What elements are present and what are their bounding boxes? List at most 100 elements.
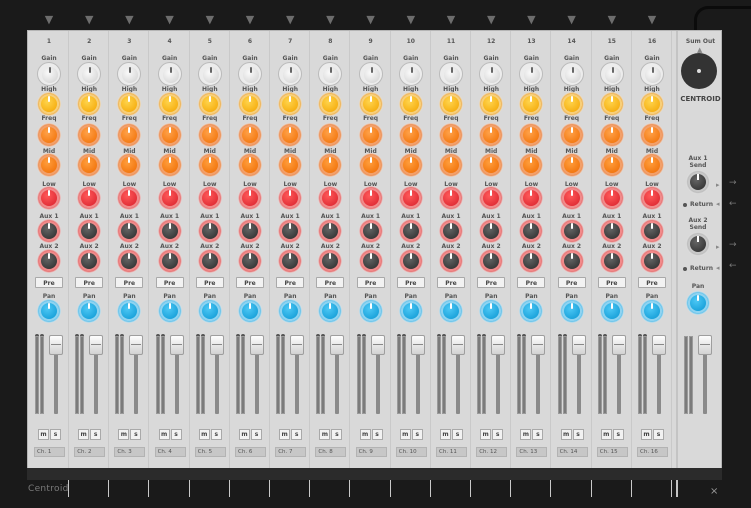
aux1-knob[interactable] xyxy=(479,219,504,243)
master-pan-knob[interactable] xyxy=(686,291,710,315)
pan-knob[interactable] xyxy=(640,299,664,323)
channel-name-field[interactable]: Ch. 14 xyxy=(556,447,588,457)
high-knob[interactable] xyxy=(640,92,664,116)
channel-fader[interactable] xyxy=(250,334,264,355)
freq-knob[interactable] xyxy=(157,123,182,147)
pre-button[interactable]: Pre xyxy=(477,277,506,288)
channel-fader[interactable] xyxy=(491,334,506,355)
mute-button[interactable]: m xyxy=(440,429,451,440)
channel-name-field[interactable]: Ch. 12 xyxy=(476,447,508,457)
pre-button[interactable]: Pre xyxy=(75,277,104,288)
mid-knob[interactable] xyxy=(559,153,584,177)
aux1-knob[interactable] xyxy=(197,219,222,243)
solo-button[interactable]: s xyxy=(572,429,584,440)
high-knob[interactable] xyxy=(117,92,142,116)
high-knob[interactable] xyxy=(398,92,423,116)
aux2-knob[interactable] xyxy=(278,249,303,273)
freq-knob[interactable] xyxy=(599,123,624,147)
low-knob[interactable] xyxy=(117,186,142,210)
solo-button[interactable]: s xyxy=(653,429,664,440)
master-fader[interactable] xyxy=(698,334,712,355)
low-knob[interactable] xyxy=(77,186,102,210)
pan-knob[interactable] xyxy=(278,299,303,323)
channel-name-field[interactable]: Ch. 16 xyxy=(637,447,668,457)
mid-knob[interactable] xyxy=(238,153,262,177)
gain-knob[interactable] xyxy=(599,62,624,86)
high-knob[interactable] xyxy=(238,92,262,116)
mid-knob[interactable] xyxy=(37,153,61,177)
aux1-knob[interactable] xyxy=(599,219,624,243)
low-knob[interactable] xyxy=(640,186,664,210)
channel-name-field[interactable]: Ch. 11 xyxy=(436,447,467,457)
pre-button[interactable]: Pre xyxy=(316,277,345,288)
low-knob[interactable] xyxy=(238,186,262,210)
pan-knob[interactable] xyxy=(398,299,423,323)
aux1-knob[interactable] xyxy=(559,219,584,243)
channel-fader[interactable] xyxy=(410,334,425,355)
aux2-knob[interactable] xyxy=(318,249,343,273)
aux2-knob[interactable] xyxy=(439,249,463,273)
mid-knob[interactable] xyxy=(640,153,664,177)
mute-button[interactable]: m xyxy=(279,429,291,440)
mid-knob[interactable] xyxy=(197,153,222,177)
solo-button[interactable]: s xyxy=(331,429,343,440)
low-knob[interactable] xyxy=(398,186,423,210)
close-icon[interactable]: × xyxy=(710,486,718,497)
gain-knob[interactable] xyxy=(398,62,423,86)
low-knob[interactable] xyxy=(439,186,463,210)
pan-knob[interactable] xyxy=(37,299,61,323)
channel-name-field[interactable]: Ch. 13 xyxy=(516,447,548,457)
pan-knob[interactable] xyxy=(559,299,584,323)
pan-knob[interactable] xyxy=(238,299,262,323)
freq-knob[interactable] xyxy=(479,123,504,147)
solo-button[interactable]: s xyxy=(532,429,544,440)
low-knob[interactable] xyxy=(479,186,504,210)
mute-button[interactable]: m xyxy=(239,429,250,440)
aux1-knob[interactable] xyxy=(238,219,262,243)
aux2-knob[interactable] xyxy=(398,249,423,273)
gain-knob[interactable] xyxy=(439,62,463,86)
freq-knob[interactable] xyxy=(238,123,262,147)
mid-knob[interactable] xyxy=(358,153,383,177)
high-knob[interactable] xyxy=(37,92,61,116)
pre-button[interactable]: Pre xyxy=(597,277,626,288)
solo-button[interactable]: s xyxy=(371,429,383,440)
channel-fader[interactable] xyxy=(89,334,104,355)
mid-knob[interactable] xyxy=(599,153,624,177)
freq-knob[interactable] xyxy=(640,123,664,147)
mute-button[interactable]: m xyxy=(198,429,210,440)
pre-button[interactable]: Pre xyxy=(437,277,465,288)
pre-button[interactable]: Pre xyxy=(195,277,224,288)
gain-knob[interactable] xyxy=(640,62,664,86)
aux2-knob[interactable] xyxy=(37,249,61,273)
pan-knob[interactable] xyxy=(117,299,142,323)
mute-button[interactable]: m xyxy=(158,429,170,440)
gain-knob[interactable] xyxy=(37,62,61,86)
channel-fader[interactable] xyxy=(451,334,465,355)
pre-button[interactable]: Pre xyxy=(396,277,425,288)
mute-button[interactable]: m xyxy=(118,429,130,440)
mid-knob[interactable] xyxy=(519,153,544,177)
freq-knob[interactable] xyxy=(117,123,142,147)
solo-button[interactable]: s xyxy=(170,429,182,440)
freq-knob[interactable] xyxy=(439,123,463,147)
gain-knob[interactable] xyxy=(157,62,182,86)
channel-name-field[interactable]: Ch. 7 xyxy=(275,447,307,457)
freq-knob[interactable] xyxy=(559,123,584,147)
pan-knob[interactable] xyxy=(358,299,383,323)
pre-button[interactable]: Pre xyxy=(236,277,264,288)
aux2-knob[interactable] xyxy=(197,249,222,273)
channel-fader[interactable] xyxy=(571,334,586,355)
high-knob[interactable] xyxy=(599,92,624,116)
pre-button[interactable]: Pre xyxy=(115,277,144,288)
aux1-knob[interactable] xyxy=(318,219,343,243)
pre-button[interactable]: Pre xyxy=(155,277,184,288)
high-knob[interactable] xyxy=(157,92,182,116)
aux1-knob[interactable] xyxy=(117,219,142,243)
pan-knob[interactable] xyxy=(157,299,182,323)
channel-name-field[interactable]: Ch. 10 xyxy=(395,447,427,457)
gain-knob[interactable] xyxy=(238,62,262,86)
aux2-knob[interactable] xyxy=(599,249,624,273)
low-knob[interactable] xyxy=(519,186,544,210)
pan-knob[interactable] xyxy=(519,299,544,323)
